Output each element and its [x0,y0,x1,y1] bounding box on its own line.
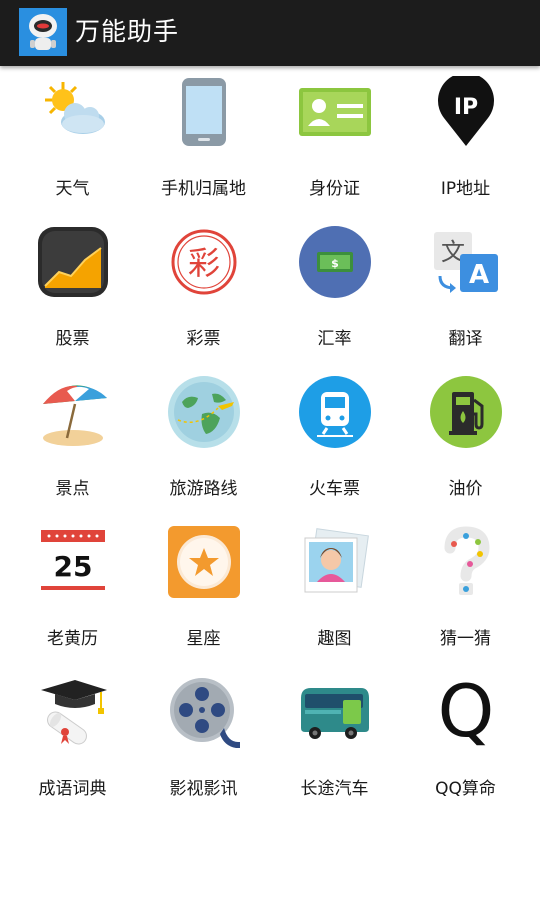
tile-almanac[interactable]: 25 老黄历 [5,516,140,666]
tile-label: 星座 [186,629,221,649]
exchange-icon-text: $ [331,257,339,270]
tile-label: QQ算命 [435,779,496,799]
tile-id-card[interactable]: 身份证 [267,66,402,216]
tile-idiom-dictionary[interactable]: 成语词典 [5,666,140,816]
app-bar: 万能助手 [0,0,540,66]
tile-gas-price[interactable]: 油价 [398,366,533,516]
bus-icon [301,688,369,739]
robot-app-icon[interactable] [19,8,67,56]
tile-label: 影视影讯 [169,779,238,799]
ip-icon-text: IP [454,95,478,120]
tile-lottery[interactable]: 彩 彩票 [136,216,271,366]
graduation-cap-scroll-icon [41,680,107,745]
train-icon [299,376,371,448]
weather-sun-cloud-icon [45,82,105,134]
tile-label: 猜一猜 [440,629,491,649]
tile-long-distance-bus[interactable]: 长途汽车 [267,666,402,816]
tile-label: 天气 [55,179,90,199]
tile-label: 翻译 [448,329,483,349]
mobile-phone-icon [182,78,226,146]
stock-chart-icon [38,227,108,297]
photo-icon [304,528,369,593]
tile-label: IP地址 [440,179,491,199]
calendar-icon: 25 [41,530,105,594]
currency-exchange-icon: $ [299,226,371,298]
tile-label: 景点 [55,479,90,499]
tile-label: 趣图 [317,629,352,649]
q-icon-text: Q [438,676,495,748]
tile-movie-news[interactable]: 影视影讯 [136,666,271,816]
tile-label: 老黄历 [47,629,98,649]
tile-label: 股票 [55,329,90,349]
tile-phone-location[interactable]: 手机归属地 [136,66,271,216]
tile-label: 彩票 [186,329,221,349]
tile-label: 长途汽车 [300,779,369,799]
tile-stocks[interactable]: 股票 [5,216,140,366]
beach-umbrella-icon [43,385,107,446]
tile-weather[interactable]: 天气 [5,66,140,216]
tile-label: 火车票 [309,479,360,499]
tile-qq-fortune[interactable]: Q QQ算命 [398,666,533,816]
tile-travel-routes[interactable]: 旅游路线 [136,366,271,516]
calendar-icon-text: 25 [54,550,93,583]
question-mark-icon [444,526,490,595]
tile-train-tickets[interactable]: 火车票 [267,366,402,516]
tile-exchange-rate[interactable]: $ 汇率 [267,216,402,366]
tile-label: 油价 [448,479,483,499]
tile-ip-address[interactable]: IP IP地址 [398,66,533,216]
tile-attractions[interactable]: 景点 [5,366,140,516]
tile-label: 身份证 [309,179,360,199]
translate-icon: 文 A [434,232,498,293]
tile-guess[interactable]: 猜一猜 [398,516,533,666]
star-sign-icon [168,526,240,598]
tile-label: 手机归属地 [161,179,246,199]
lottery-icon-text: 彩 [188,244,220,282]
tile-label: 旅游路线 [169,479,238,499]
tile-translate[interactable]: 文 A 翻译 [398,216,533,366]
lottery-seal-icon: 彩 [171,229,237,295]
tile-label: 成语词典 [38,779,107,799]
gas-pump-icon [430,376,502,448]
tile-label: 汇率 [317,329,352,349]
translate-icon-text-b: A [469,260,489,290]
tile-funny-pictures[interactable]: 趣图 [267,516,402,666]
q-letter-icon: Q [438,676,495,748]
globe-plane-icon [168,376,240,448]
film-reel-icon [170,678,240,748]
ip-location-pin-icon: IP [438,76,494,146]
app-title: 万能助手 [75,17,180,46]
id-card-icon [299,88,371,136]
tile-horoscope[interactable]: 星座 [136,516,271,666]
